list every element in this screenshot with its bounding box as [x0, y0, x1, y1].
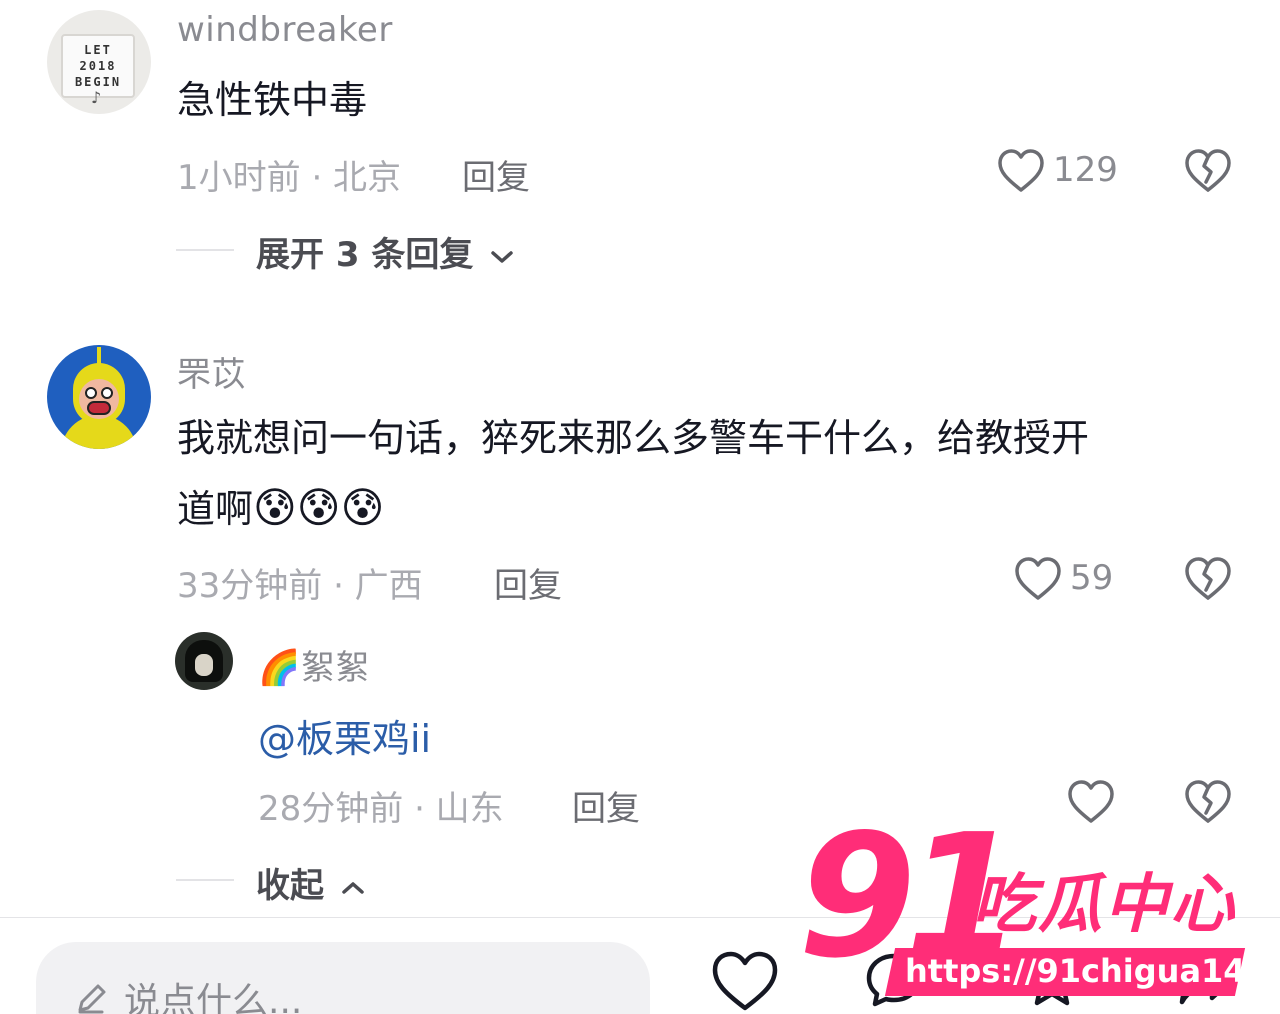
heart-icon[interactable]	[997, 148, 1045, 194]
comment-text-line-2-text: 道啊	[177, 487, 254, 531]
divider	[176, 249, 234, 251]
reply-username-text: 絮絮	[300, 648, 370, 688]
mention-link[interactable]: @板栗鸡ii	[258, 708, 431, 763]
avatar-face	[195, 654, 213, 676]
like-count: 59	[1070, 558, 1114, 598]
comment-text-line-1: 我就想问一句话，猝死来那么多警车干什么，给教授开	[177, 416, 1090, 460]
like-heart-icon[interactable]	[711, 950, 779, 1012]
reply-button[interactable]: 回复	[462, 150, 530, 199]
rainbow-icon: 🌈	[258, 648, 301, 688]
dislike-broken-heart-icon[interactable]	[1184, 779, 1232, 825]
avatar[interactable]	[47, 345, 151, 449]
reply-button[interactable]: 回复	[494, 558, 562, 607]
crying-emoji-icon: 😰😰😰	[253, 483, 385, 532]
expand-replies-label: 展开 3 条回复	[256, 235, 474, 275]
comment-time-location: 33分钟前 · 广西	[177, 566, 423, 606]
like-count: 129	[1053, 150, 1118, 190]
comment-text-line-2: 道啊😰😰😰	[177, 473, 384, 544]
avatar-mouth	[87, 401, 111, 415]
avatar[interactable]	[175, 632, 233, 690]
comment-username[interactable]: 罘苡	[177, 347, 246, 396]
pencil-icon	[78, 984, 106, 1014]
comment-time-location: 1小时前 · 北京	[177, 158, 402, 198]
collapse-replies-label: 收起	[256, 866, 324, 906]
avatar[interactable]: LET 2018 BEGIN ♪	[47, 10, 151, 114]
divider	[176, 879, 234, 881]
chevron-up-icon	[342, 882, 364, 894]
reply-button[interactable]: 回复	[572, 781, 640, 830]
reply-time-location: 28分钟前 · 山东	[258, 789, 504, 829]
reply-username[interactable]: 🌈絮絮	[258, 640, 370, 689]
avatar-eye	[101, 387, 113, 399]
avatar-eye	[85, 387, 97, 399]
collapse-replies-button[interactable]: 收起	[256, 858, 366, 907]
watermark-url: https://91chigua14.com	[905, 952, 1280, 990]
tiktok-icon: ♪	[91, 88, 102, 107]
comment-text: 急性铁中毒	[177, 78, 368, 122]
chevron-down-icon	[491, 251, 513, 263]
watermark-text: 吃瓜中心	[972, 868, 1236, 942]
dislike-broken-heart-icon[interactable]	[1184, 148, 1232, 194]
expand-replies-button[interactable]: 展开 3 条回复	[256, 227, 515, 276]
dislike-broken-heart-icon[interactable]	[1184, 556, 1232, 602]
comment-username[interactable]: windbreaker	[177, 10, 393, 50]
heart-icon[interactable]	[1067, 779, 1115, 825]
heart-icon[interactable]	[1014, 556, 1062, 602]
comment-input-placeholder: 说点什么...	[124, 981, 303, 1014]
